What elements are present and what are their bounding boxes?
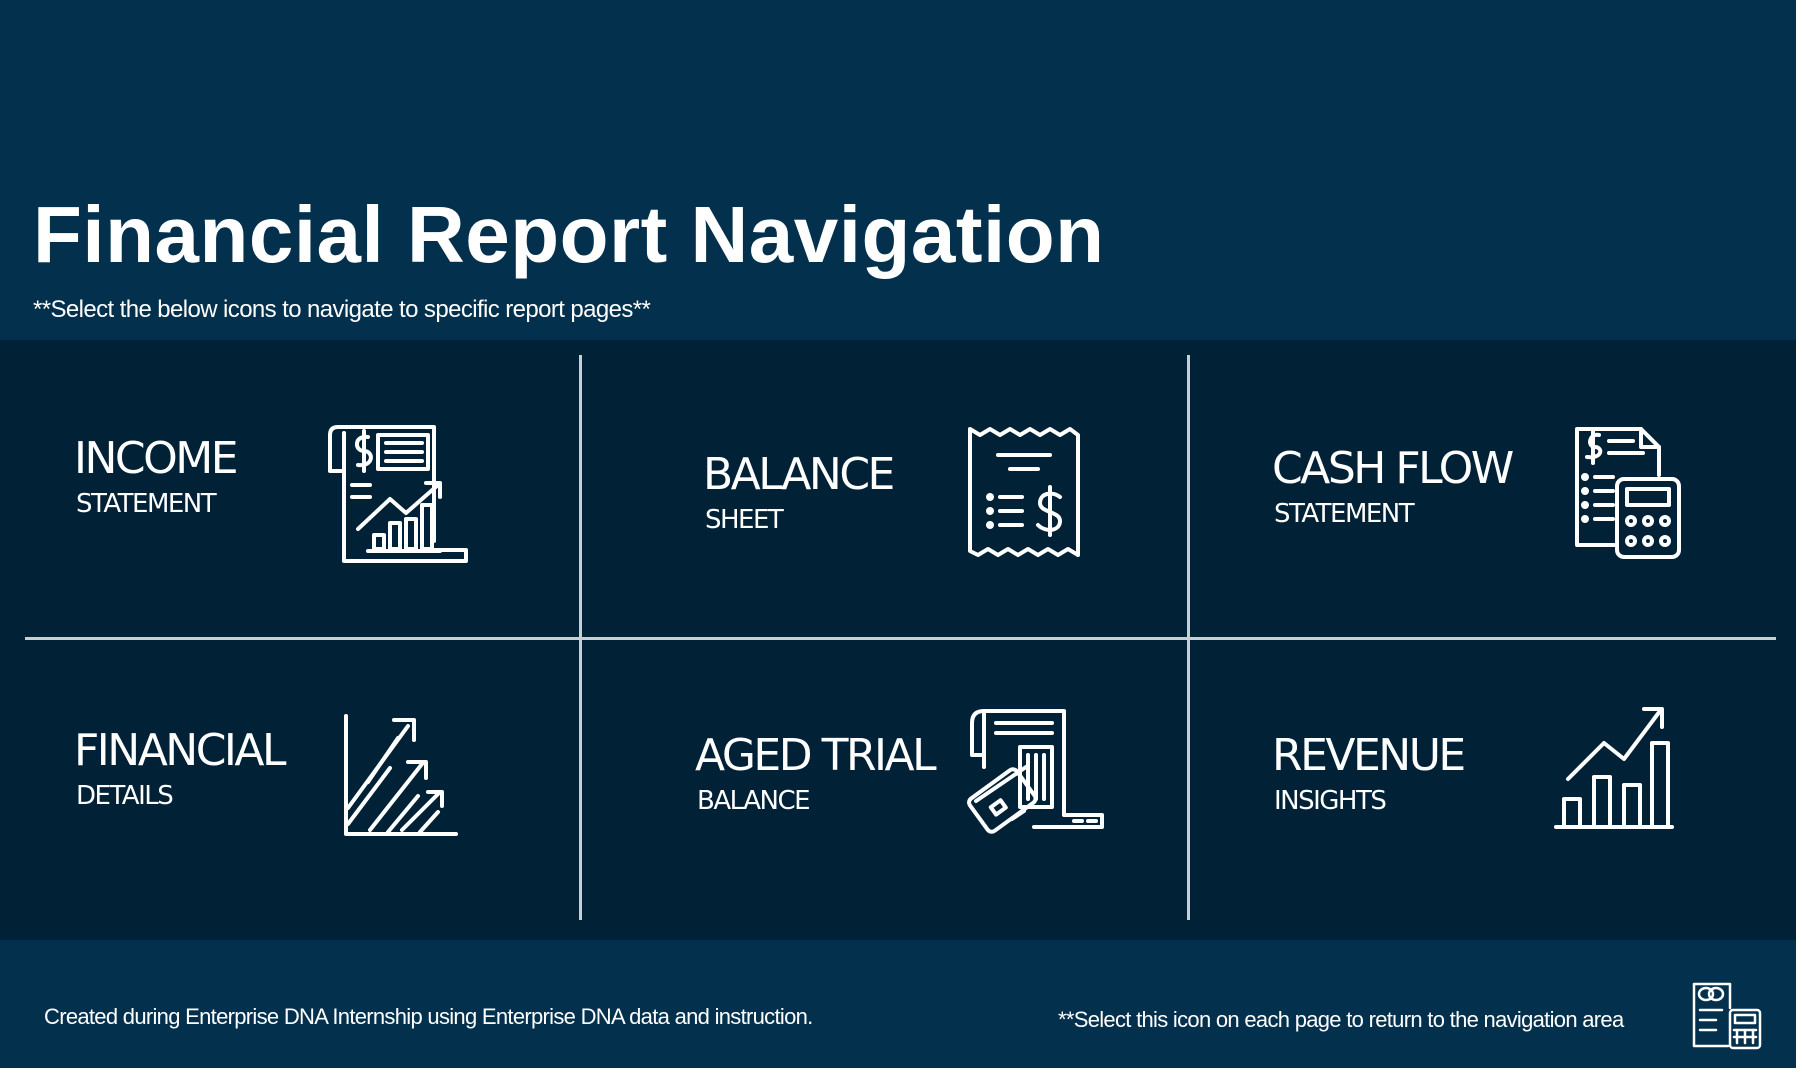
nav-tile-financial-details[interactable]: FINANCIAL DETAILS [74,714,474,859]
tile-title: REVENUE [1272,730,1466,781]
grid-divider-horizontal [25,637,1776,640]
navigation-grid: INCOME STATEMENT BALANCE SHEET CASH FLOW… [0,340,1796,940]
nav-tile-aged-trial-balance[interactable]: AGED TRIAL BALANCE [695,709,1135,874]
nav-tile-revenue-insights[interactable]: REVENUE INSIGHTS [1272,707,1692,874]
home-navigation-icon[interactable] [1690,980,1762,1050]
tile-subtitle: BALANCE [697,786,811,816]
tile-subtitle: DETAILS [76,781,174,811]
tile-subtitle: STATEMENT [1274,499,1415,529]
footer-home-hint: **Select this icon on each page to retur… [1058,1007,1624,1032]
tile-title: CASH FLOW [1272,443,1514,494]
nav-tile-income-statement[interactable]: INCOME STATEMENT [74,425,474,567]
footer-credit: Created during Enterprise DNA Internship… [44,1004,813,1029]
tile-title: FINANCIAL [74,725,287,776]
tile-subtitle: INSIGHTS [1274,786,1387,816]
tile-subtitle: SHEET [705,505,784,535]
income-statement-report-icon [328,425,468,563]
page-title: Financial Report Navigation [33,190,1105,279]
nav-tile-cash-flow-statement[interactable]: CASH FLOW STATEMENT [1272,427,1692,577]
invoice-calculator-icon [1573,425,1683,561]
nav-tile-balance-sheet[interactable]: BALANCE SHEET [703,427,1103,583]
report-canvas: Financial Report Navigation **Select the… [0,0,1796,1068]
tile-title: BALANCE [703,449,895,500]
bar-chart-trend-icon [1554,705,1674,831]
tile-title: INCOME [74,433,239,484]
tile-subtitle: STATEMENT [76,489,217,519]
card-payment-terminal-icon [962,707,1104,847]
receipt-dollar-icon [966,425,1082,561]
tile-title: AGED TRIAL [695,730,937,781]
growth-arrows-icon [342,712,458,838]
page-subtitle: **Select the below icons to navigate to … [33,296,651,323]
